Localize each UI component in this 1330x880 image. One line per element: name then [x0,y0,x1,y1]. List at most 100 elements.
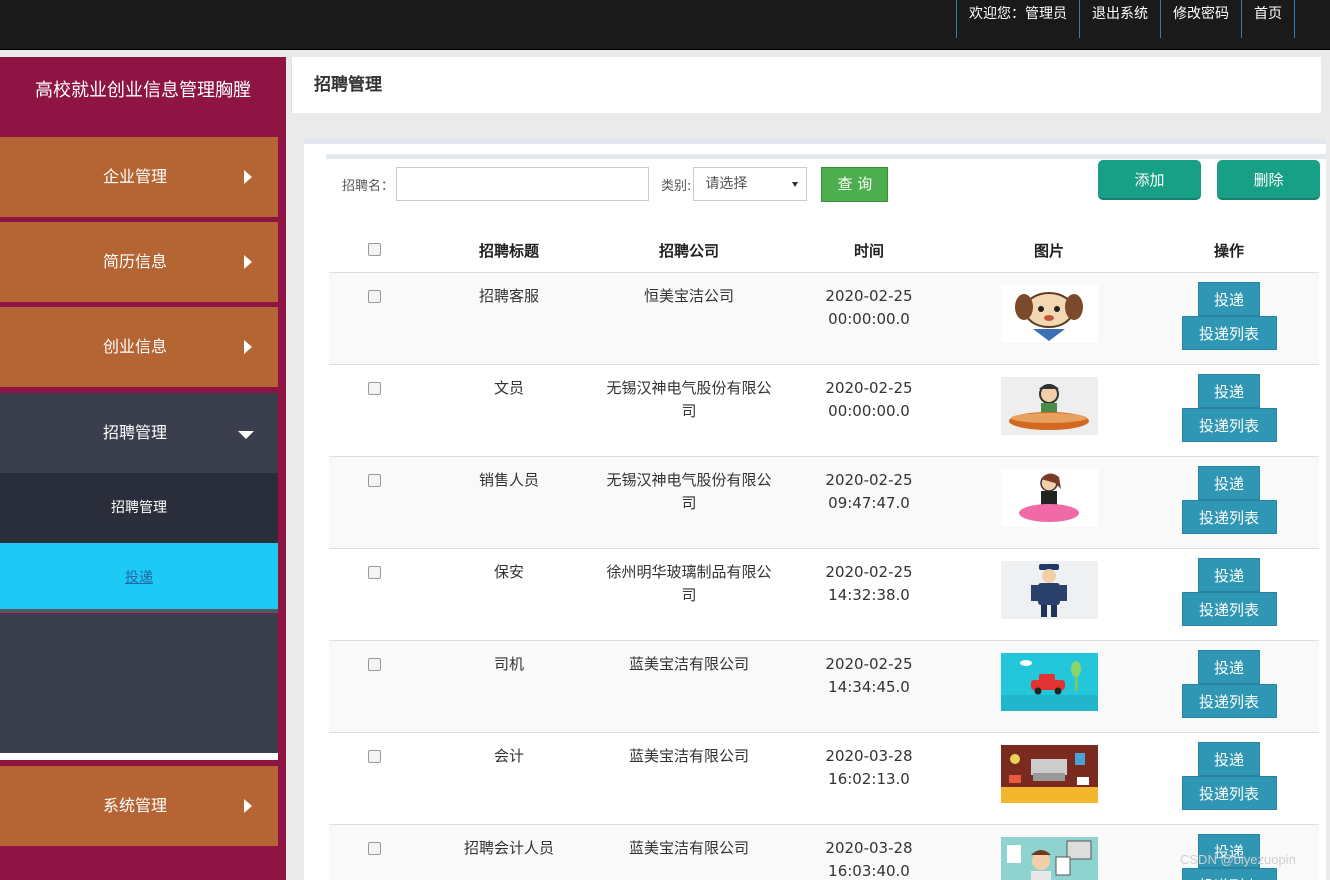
type-select-value: 请选择 [705,176,748,192]
sidebar-item-label: 企业管理 [102,167,167,186]
caret-down-icon [792,182,799,187]
apply-button[interactable]: 投递 [1198,465,1260,500]
cell-title: 司机 [419,640,599,733]
company-text: 徐州明华玻璃制品有限公司 [606,562,772,604]
apply-button[interactable]: 投递 [1198,281,1260,316]
recruitment-table: 招聘标题 招聘公司 时间 图片 操作 招聘客服 恒美宝洁公司 2020-02-25 0… [329,230,1319,880]
table-row: 保安 徐州明华玻璃制品有限公司 2020-02-25 14:32:38.0 投递 投递列表 [329,548,1319,641]
logout-link[interactable]: 退出系统 [1079,0,1160,38]
table-row: 销售人员 无锡汉神电气股份有限公司 2020-02-25 09:47:47.0 投递 投递… [329,456,1319,549]
apply-button[interactable]: 投递 [1198,373,1260,408]
chevron-right-icon [244,340,252,354]
sidebar-item-system[interactable]: 系统管理 [0,766,278,846]
chevron-down-icon [238,431,254,439]
cell-image [959,732,1139,825]
table-header-row: 招聘标题 招聘公司 时间 图片 操作 [329,230,1319,273]
delete-button[interactable]: 删除 [1217,160,1320,200]
query-button[interactable]: 查 询 [821,166,889,202]
add-button[interactable]: 添加 [1098,160,1201,200]
cell-actions: 投递投递列表 [1139,548,1319,641]
table-row: 司机 蓝美宝洁有限公司 2020-02-25 14:34:45.0 投递 投递列表 [329,640,1319,733]
sidebar: 高校就业创业信息管理胸膛 企业管理 简历信息 创业信息 招聘管理 招聘管理 投递… [0,57,286,880]
apply-button[interactable]: 投递 [1198,649,1260,684]
apply-list-button[interactable]: 投递列表 [1181,775,1277,810]
cell-image [959,824,1139,880]
cell-actions: 投递投递列表 [1139,640,1319,733]
divider [326,154,1326,159]
date-text: 2020-02-25 [825,470,913,489]
security-guard-thumbnail [1000,560,1098,619]
sidebar-item-label: 创业信息 [102,337,167,356]
avatar-thumbnail [1000,284,1098,343]
table-row: 文员 无锡汉神电气股份有限公司 2020-02-25 00:00:00.0 投递 投递列表 [329,364,1319,457]
row-select-cell [329,272,419,365]
sidebar-item-label: 简历信息 [102,252,167,271]
sidebar-item-recruitment[interactable]: 招聘管理 [0,393,278,473]
sales-person-thumbnail [1000,468,1098,527]
search-bar: 招聘名： 类别: 请选择 查 询 [342,166,889,202]
company-text: 无锡汉神电气股份有限公司 [606,470,772,512]
row-select-cell [329,732,419,825]
apply-list-button[interactable]: 投递列表 [1181,867,1277,880]
cell-image [959,272,1139,365]
row-checkbox[interactable] [367,657,381,671]
home-link[interactable]: 首页 [1241,0,1295,38]
row-checkbox[interactable] [367,749,381,763]
apply-button[interactable]: 投递 [1198,741,1260,776]
cell-title: 招聘客服 [419,272,599,365]
cell-time: 2020-02-25 00:00:00.0 [779,364,959,457]
cell-actions: 投递投递列表 [1139,732,1319,825]
row-actions: 投递投递列表 [1139,741,1319,810]
sidebar-item-resume[interactable]: 简历信息 [0,222,278,302]
type-select[interactable]: 请选择 [693,167,808,201]
row-checkbox[interactable] [367,381,381,395]
top-bar: 欢迎您：管理员 退出系统 修改密码 首页 [0,0,1330,50]
date-text: 2020-02-25 [825,378,913,397]
date-text: 2020-03-28 [825,838,913,857]
row-actions: 投递投递列表 [1139,281,1319,350]
row-checkbox[interactable] [367,565,381,579]
cell-company: 蓝美宝洁有限公司 [599,732,779,825]
cell-image [959,364,1139,457]
cell-time: 2020-03-28 16:02:13.0 [779,732,959,825]
sidebar-item-startup[interactable]: 创业信息 [0,307,278,387]
company-text: 恒美宝洁公司 [643,286,734,305]
welcome-link[interactable]: 欢迎您：管理员 [956,0,1079,38]
row-checkbox[interactable] [367,841,381,855]
apply-button[interactable]: 投递 [1198,557,1260,592]
apply-list-button[interactable]: 投递列表 [1181,591,1277,626]
row-checkbox[interactable] [367,289,381,303]
apply-list-button[interactable]: 投递列表 [1181,407,1277,442]
sidebar-subitem-recruitment[interactable]: 招聘管理 [0,473,278,543]
recruitment-name-input[interactable] [396,167,650,201]
cell-actions: 投递投递列表 [1139,272,1319,365]
change-password-link[interactable]: 修改密码 [1160,0,1241,38]
cell-actions: 投递投递列表 [1139,364,1319,457]
column-header-image: 图片 [959,230,1139,273]
row-select-cell [329,548,419,641]
row-select-cell [329,824,419,880]
company-text: 蓝美宝洁有限公司 [628,746,749,765]
apply-list-button[interactable]: 投递列表 [1181,683,1277,718]
row-actions: 投递投递列表 [1139,557,1319,626]
watermark: CSDN @biyezuopin [1180,852,1296,867]
car-thumbnail [1000,652,1098,711]
cell-company: 无锡汉神电气股份有限公司 [599,456,779,549]
sidebar-item-company[interactable]: 企业管理 [0,137,278,217]
table-row: 会计 蓝美宝洁有限公司 2020-03-28 16:02:13.0 投递 投递列表 [329,732,1319,825]
apply-list-button[interactable]: 投递列表 [1181,315,1277,350]
cell-title: 保安 [419,548,599,641]
select-all-checkbox[interactable] [367,242,381,256]
row-select-cell [329,456,419,549]
sidebar-subitem-apply[interactable]: 投递 [0,543,278,613]
cell-time: 2020-02-25 09:47:47.0 [779,456,959,549]
apply-list-button[interactable]: 投递列表 [1181,499,1277,534]
sidebar-item-label: 招聘管理 [102,423,167,442]
cell-actions: 投递投递列表 [1139,456,1319,549]
column-header-time: 时间 [779,230,959,273]
time-text: 14:34:45.0 [828,677,910,696]
time-text: 00:00:00.0 [828,401,910,420]
row-checkbox[interactable] [367,473,381,487]
cell-company: 蓝美宝洁有限公司 [599,640,779,733]
cell-time: 2020-03-28 16:03:40.0 [779,824,959,880]
